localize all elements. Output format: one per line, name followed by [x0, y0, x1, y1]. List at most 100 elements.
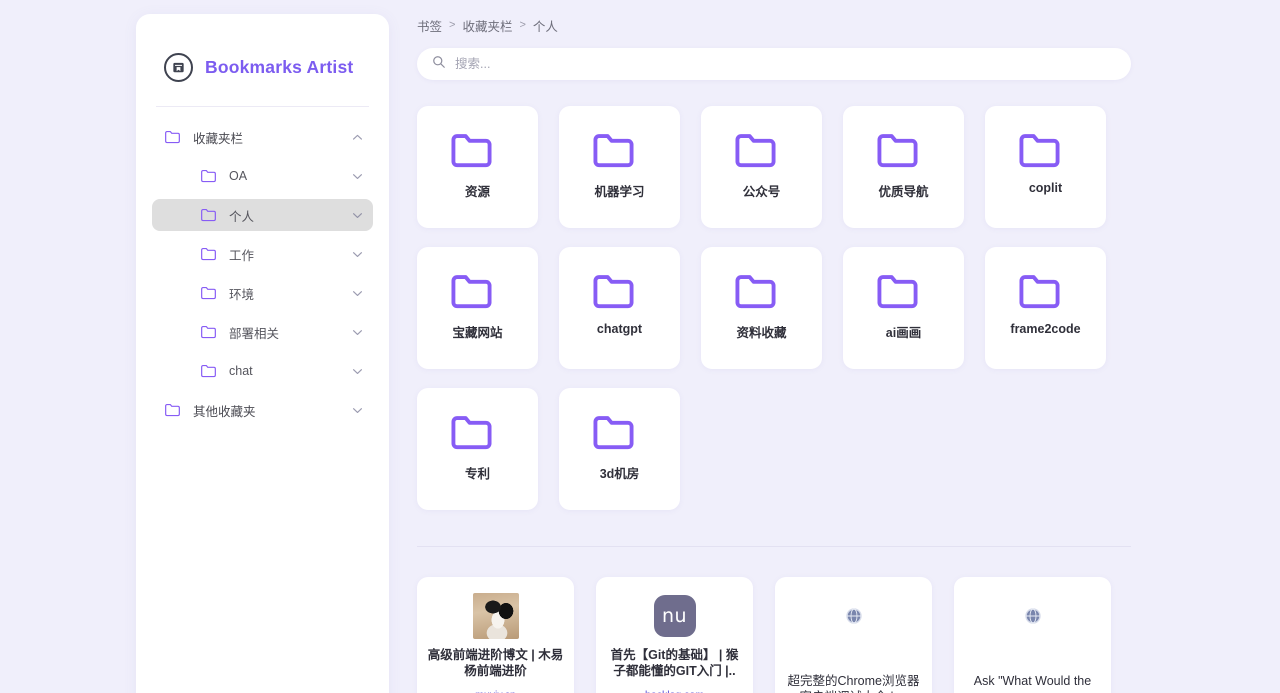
chevron-down-icon[interactable]: [352, 171, 363, 182]
bookmark-card[interactable]: 超完整的Chrome浏览器客户端调试大全 | ...www.igeekbar.c…: [775, 577, 932, 693]
bookmark-thumbnail: [1010, 593, 1056, 639]
folder-icon: [201, 325, 216, 339]
bookmarks-app: Bookmarks Artist 收藏夹栏 OA 个人工作环境部署相关 chat 其他收…: [0, 0, 1280, 693]
folder-card-label: 机器学习: [594, 184, 645, 199]
search-icon: [432, 55, 446, 74]
chevron-down-icon[interactable]: [352, 249, 363, 260]
folder-icon: [201, 286, 216, 300]
globe-favicon-icon: [1024, 608, 1041, 624]
bookmark-title: Ask "What Would the User Do?" (You Are..…: [973, 674, 1092, 685]
sidebar-item-label: 部署相关: [229, 326, 280, 341]
folder-icon: [1019, 275, 1060, 309]
folder-icon: [201, 247, 216, 261]
breadcrumb-item-1[interactable]: 收藏夹栏: [462, 16, 512, 35]
sidebar-item-7[interactable]: 其他收藏夹: [152, 394, 373, 426]
bookmark-title: 高级前端进阶博文 | 木易杨前端进阶: [427, 648, 564, 678]
folder-card[interactable]: frame2code: [985, 247, 1106, 369]
folder-card[interactable]: 3d机房: [559, 388, 680, 510]
bookmark-grid: 高级前端进阶博文 | 木易杨前端进阶 muyiy.cn nu 首先【Git的基础】 |…: [417, 577, 1131, 693]
folder-card[interactable]: 资料收藏: [701, 247, 822, 369]
globe-favicon-icon: [845, 608, 862, 624]
folder-card-label: chatgpt: [596, 321, 643, 336]
folder-card-label: 宝藏网站: [452, 325, 503, 340]
bookmark-thumbnail: nu: [652, 593, 698, 639]
search-input[interactable]: [455, 50, 1095, 78]
folder-card-label: 公众号: [742, 184, 781, 199]
folder-card[interactable]: 资源: [417, 106, 538, 228]
folder-icon: [201, 364, 216, 378]
brand-title: Bookmarks Artist: [205, 56, 354, 77]
folder-card-label: 资料收藏: [736, 325, 787, 340]
bookmark-title: 首先【Git的基础】 | 猴子都能懂的GIT入门 |..: [610, 648, 739, 678]
folder-icon: [201, 208, 216, 222]
chevron-down-icon[interactable]: [352, 405, 363, 416]
folder-icon: [451, 134, 492, 168]
bookmark-thumbnail: [831, 593, 877, 639]
search-bar[interactable]: [417, 48, 1131, 80]
chevron-down-icon[interactable]: [352, 327, 363, 338]
sidebar-item-2[interactable]: 个人: [152, 199, 373, 231]
breadcrumb-separator: >: [449, 19, 456, 31]
folder-card[interactable]: 专利: [417, 388, 538, 510]
folder-card-label: ai画画: [885, 325, 922, 340]
folder-card[interactable]: coplit: [985, 106, 1106, 228]
bookmark-url[interactable]: muyiy.cn: [427, 688, 564, 693]
sidebar-item-label: 个人: [229, 209, 255, 224]
folder-icon: [451, 416, 492, 450]
folder-icon: [735, 275, 776, 309]
sidebar: Bookmarks Artist 收藏夹栏 OA 个人工作环境部署相关 chat 其他收…: [136, 14, 389, 693]
sidebar-item-4[interactable]: 环境: [152, 277, 373, 309]
folder-card-label: 资源: [464, 184, 490, 199]
sidebar-item-label: 其他收藏夹: [193, 404, 256, 419]
sidebar-item-label: 收藏夹栏: [193, 131, 244, 146]
folder-card[interactable]: 机器学习: [559, 106, 680, 228]
folder-card[interactable]: 宝藏网站: [417, 247, 538, 369]
chevron-up-icon[interactable]: [352, 132, 363, 143]
chevron-down-icon[interactable]: [352, 366, 363, 377]
sidebar-item-5[interactable]: 部署相关: [152, 316, 373, 348]
sidebar-nav: 收藏夹栏 OA 个人工作环境部署相关 chat 其他收藏夹: [136, 107, 389, 426]
chevron-down-icon[interactable]: [352, 210, 363, 221]
bookmark-url[interactable]: backlog.com: [606, 688, 743, 693]
folder-icon: [165, 130, 180, 144]
folder-icon: [877, 275, 918, 309]
brand-header: Bookmarks Artist: [136, 14, 389, 94]
main-content: 书签 > 收藏夹栏 > 个人 资源 机器学习 公众号 优质导航 coplit 宝藏网站 chatgp…: [389, 0, 1280, 693]
bookmark-circle-icon: [164, 52, 193, 82]
folder-card-label: 专利: [464, 466, 490, 481]
bookmark-card[interactable]: nu 首先【Git的基础】 | 猴子都能懂的GIT入门 |.. backlog.co…: [596, 577, 753, 693]
breadcrumb-item-2[interactable]: 个人: [533, 16, 558, 35]
folder-icon: [593, 416, 634, 450]
folder-card[interactable]: 优质导航: [843, 106, 964, 228]
folder-card[interactable]: 公众号: [701, 106, 822, 228]
breadcrumb-separator: >: [519, 19, 526, 31]
folder-icon: [877, 134, 918, 168]
bookmark-card[interactable]: Ask "What Would the User Do?" (You Are..…: [954, 577, 1111, 693]
breadcrumb: 书签 > 收藏夹栏 > 个人: [417, 14, 1130, 36]
nu-logo-icon: nu: [653, 595, 696, 637]
sidebar-item-label: 环境: [229, 287, 255, 302]
sidebar-item-label: 工作: [229, 248, 255, 263]
folder-card[interactable]: chatgpt: [559, 247, 680, 369]
sidebar-item-1[interactable]: OA: [152, 160, 373, 192]
folder-icon: [165, 403, 180, 417]
breadcrumb-item-0[interactable]: 书签: [417, 16, 442, 35]
folder-card-label: 优质导航: [878, 184, 929, 199]
chevron-down-icon[interactable]: [352, 288, 363, 299]
bookmark-title: 超完整的Chrome浏览器客户端调试大全 | ...: [787, 674, 920, 693]
folder-icon: [735, 134, 776, 168]
bookmark-thumbnail: [472, 593, 519, 639]
folder-card-label: frame2code: [1010, 321, 1081, 336]
folder-grid: 资源 机器学习 公众号 优质导航 coplit 宝藏网站 chatgpt 资料收藏 ai画画 fr…: [417, 106, 1117, 510]
bookmark-card[interactable]: 高级前端进阶博文 | 木易杨前端进阶 muyiy.cn: [417, 577, 574, 693]
folder-icon: [1019, 134, 1060, 168]
sidebar-item-0[interactable]: 收藏夹栏: [152, 121, 373, 153]
section-divider: [417, 546, 1131, 547]
folder-icon: [201, 169, 216, 183]
sidebar-item-label: OA: [229, 169, 248, 183]
folder-card-label: 3d机房: [599, 466, 640, 481]
sidebar-item-3[interactable]: 工作: [152, 238, 373, 270]
sidebar-item-6[interactable]: chat: [152, 355, 373, 387]
folder-icon: [593, 275, 634, 309]
folder-card[interactable]: ai画画: [843, 247, 964, 369]
